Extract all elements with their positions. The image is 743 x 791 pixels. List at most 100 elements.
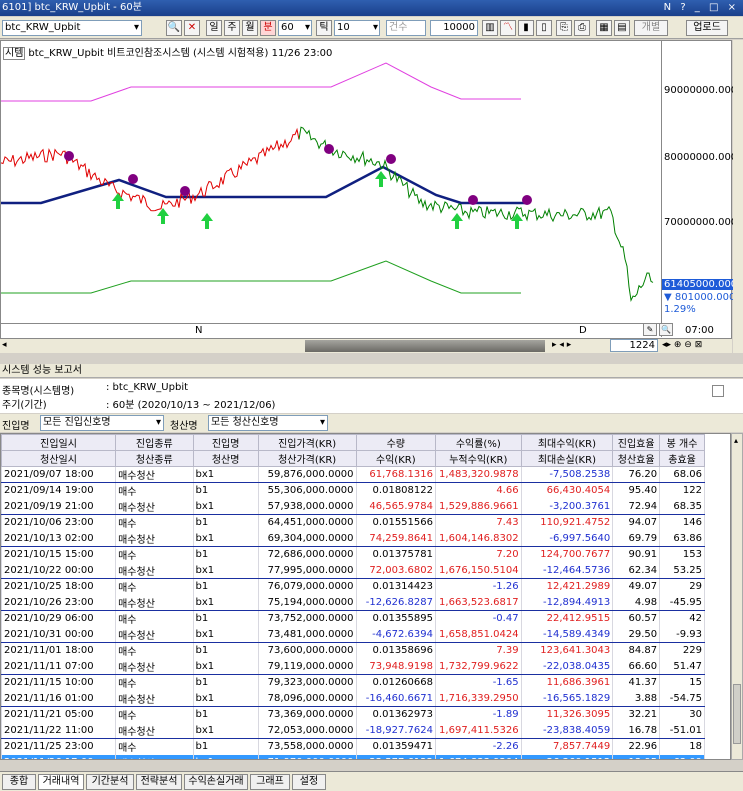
table-row[interactable]: 2021/10/13 02:00 매수청산 bx1 69,304,000.0000 74… bbox=[1, 530, 705, 547]
scroll-left-icon[interactable]: ◂ bbox=[2, 340, 7, 350]
table-cell: 72.94 bbox=[612, 498, 661, 515]
clear-icon[interactable]: ✕ bbox=[184, 20, 200, 36]
candle-icon[interactable]: ▥ bbox=[482, 20, 498, 36]
edit-icon[interactable]: ✎ bbox=[643, 323, 657, 336]
bar-chart-icon[interactable]: ▮ bbox=[518, 20, 534, 36]
zoom-count-field[interactable]: 1224 bbox=[610, 339, 658, 352]
column-header[interactable]: 누적수익(KR) bbox=[435, 450, 522, 467]
column-header[interactable]: 진입일시 bbox=[1, 434, 117, 451]
column-header[interactable]: 수익(KR) bbox=[355, 450, 437, 467]
table-row[interactable]: 2021/11/11 07:00 매수청산 bx1 79,119,000.0000 73… bbox=[1, 658, 705, 675]
period-day-button[interactable]: 일 bbox=[206, 20, 222, 36]
grid-icon[interactable]: ▤ bbox=[614, 20, 630, 36]
column-header[interactable]: 진입효율 bbox=[612, 434, 661, 451]
column-header[interactable]: 진입가격(KR) bbox=[257, 434, 357, 451]
table-cell: 1,732,799.9622 bbox=[435, 658, 522, 675]
trade-table-container[interactable]: 진입일시 진입종류 진입명 진입가격(KR) 수량 수익률(%) 최대수익(KR) 진입효율 봉… bbox=[0, 433, 731, 760]
tab-4[interactable]: 수익손실거래 bbox=[184, 774, 248, 790]
table-row[interactable]: 2021/11/25 23:00 매수 b1 73,558,000.0000 0.013… bbox=[1, 738, 705, 755]
table-cell: 63.86 bbox=[659, 530, 705, 547]
table-cell: 1,674,833.9204 bbox=[435, 754, 522, 759]
table-cell: 2021/09/07 18:00 bbox=[1, 466, 117, 483]
time-label: 07:00 bbox=[685, 325, 714, 336]
table-scrollbar[interactable]: ▴ bbox=[731, 433, 743, 760]
table-row[interactable]: 2021/09/07 18:00 매수청산 bx1 59,876,000.0000 61… bbox=[1, 466, 705, 483]
print-icon[interactable]: ⎙ bbox=[574, 20, 590, 36]
table-row[interactable]: 2021/11/16 01:00 매수청산 bx1 78,096,000.0000 -1… bbox=[1, 690, 705, 707]
column-header[interactable]: 청산효율 bbox=[612, 450, 661, 467]
filter-entry-label: 진입명 bbox=[2, 421, 30, 432]
column-header[interactable]: 수량 bbox=[355, 434, 437, 451]
table-row[interactable]: 2021/11/01 18:00 매수 b1 73,600,000.0000 0.013… bbox=[1, 642, 705, 659]
column-header[interactable]: 봉 개수 bbox=[659, 434, 705, 451]
table-cell: 2021/10/15 15:00 bbox=[1, 546, 117, 563]
table-row[interactable]: 2021/09/14 19:00 매수 b1 55,306,000.0000 0.018… bbox=[1, 482, 705, 499]
tick-select[interactable]: 10 ▾ bbox=[334, 20, 380, 36]
individual-button[interactable]: 개별 bbox=[634, 20, 668, 36]
count-input[interactable]: 10000 bbox=[430, 20, 478, 36]
window-controls[interactable]: N ? _ □ × bbox=[664, 0, 739, 16]
filter-exit-select[interactable]: 모든 청산신호명 ▾ bbox=[208, 415, 328, 431]
tab-3[interactable]: 전략분석 bbox=[136, 774, 182, 790]
interval-select[interactable]: 60 ▾ bbox=[278, 20, 312, 36]
table-row[interactable]: 2021/10/25 18:00 매수 b1 76,079,000.0000 0.013… bbox=[1, 578, 705, 595]
price-chart[interactable]: 시템 btc_KRW_Upbit 비트코인참조시스템 (시스템 시험적용) 11/… bbox=[0, 40, 740, 353]
column-header[interactable]: 최대손실(KR) bbox=[520, 450, 614, 467]
filter-entry-select[interactable]: 모든 진입신호명 ▾ bbox=[40, 415, 164, 431]
table-row[interactable]: 2021/10/29 06:00 매수 b1 73,752,000.0000 0.013… bbox=[1, 610, 705, 627]
table-row[interactable]: 2021/10/26 23:00 매수청산 bx1 75,194,000.0000 -1… bbox=[1, 594, 705, 611]
entry-arrow-icon bbox=[375, 171, 387, 187]
count-select[interactable]: 건수 bbox=[386, 20, 426, 36]
symbol-select[interactable]: btc_KRW_Upbit ▾ bbox=[2, 20, 142, 36]
column-header[interactable]: 수익률(%) bbox=[435, 434, 522, 451]
column-header[interactable]: 진입명 bbox=[192, 434, 259, 451]
layout-icon[interactable]: ▦ bbox=[596, 20, 612, 36]
column-header[interactable]: 총효율 bbox=[659, 450, 705, 467]
tick-button[interactable]: 틱 bbox=[316, 20, 332, 36]
table-cell: 매수청산 bbox=[115, 498, 194, 515]
tab-6[interactable]: 설정 bbox=[292, 774, 326, 790]
copy-icon[interactable]: ⎘ bbox=[556, 20, 572, 36]
table-row[interactable]: 2021/11/22 11:00 매수청산 bx1 72,053,000.0000 -1… bbox=[1, 722, 705, 739]
period-minute-button[interactable]: 분 bbox=[260, 20, 276, 36]
table-row[interactable]: 2021/11/15 10:00 매수 b1 79,323,000.0000 0.012… bbox=[1, 674, 705, 691]
table-row[interactable]: 2021/10/15 15:00 매수 b1 72,686,000.0000 0.013… bbox=[1, 546, 705, 563]
chart-scrollbar[interactable]: ◂ ▸ ◂ ▸ 1224 ◂▸ ⊕ ⊖ ⊠ bbox=[0, 338, 732, 353]
zoom-controls-icon[interactable]: ◂▸ ⊕ ⊖ ⊠ bbox=[662, 340, 702, 350]
tab-0[interactable]: 종합 bbox=[2, 774, 36, 790]
column-header[interactable]: 청산명 bbox=[192, 450, 259, 467]
tab-2[interactable]: 기간분석 bbox=[86, 774, 134, 790]
period-month-button[interactable]: 월 bbox=[242, 20, 258, 36]
scroll-thumb[interactable] bbox=[733, 684, 741, 744]
table-row[interactable]: 2021/10/31 00:00 매수청산 bx1 73,481,000.0000 -4… bbox=[1, 626, 705, 643]
entry-arrow-icon bbox=[157, 208, 169, 224]
column-header[interactable]: 청산가격(KR) bbox=[257, 450, 357, 467]
scroll-up-icon[interactable]: ▴ bbox=[734, 436, 738, 445]
window-restore-icon[interactable] bbox=[712, 385, 724, 397]
table-cell: 229 bbox=[659, 642, 705, 659]
volume-icon[interactable]: ▯ bbox=[536, 20, 552, 36]
table-cell: 68.06 bbox=[659, 466, 705, 483]
upload-button[interactable]: 업로드 bbox=[686, 20, 728, 36]
table-cell: 29.50 bbox=[612, 626, 661, 643]
zoom-icon[interactable]: 🔍 bbox=[659, 323, 673, 336]
table-row[interactable]: 2021/10/22 00:00 매수청산 bx1 77,995,000.0000 72… bbox=[1, 562, 705, 579]
column-header[interactable]: 진입종류 bbox=[115, 434, 194, 451]
column-header[interactable]: 최대수익(KR) bbox=[520, 434, 614, 451]
table-cell: 72,686,000.0000 bbox=[257, 546, 357, 563]
search-icon[interactable]: 🔍 bbox=[166, 20, 182, 36]
line-chart-icon[interactable]: 〽 bbox=[500, 20, 516, 36]
column-header[interactable]: 청산일시 bbox=[1, 450, 117, 467]
scroll-first-icon[interactable]: ▸ ◂ ▸ bbox=[552, 340, 571, 350]
table-row[interactable]: 2021/10/06 23:00 매수 b1 64,451,000.0000 0.015… bbox=[1, 514, 705, 531]
period-week-button[interactable]: 주 bbox=[224, 20, 240, 36]
drawing-tools-bar[interactable] bbox=[733, 40, 743, 353]
table-row[interactable]: 2021/09/19 21:00 매수청산 bx1 57,938,000.0000 46… bbox=[1, 498, 705, 515]
tab-1[interactable]: 거래내역 bbox=[38, 774, 84, 790]
table-row[interactable]: 2021/11/26 17:00매수청산bx171,970,000.0000-2… bbox=[1, 754, 705, 759]
scroll-volume-thumb[interactable] bbox=[305, 340, 545, 352]
column-header[interactable]: 청산종류 bbox=[115, 450, 194, 467]
table-cell: 1,658,851.0424 bbox=[435, 626, 522, 643]
table-row[interactable]: 2021/11/21 05:00 매수 b1 73,369,000.0000 0.013… bbox=[1, 706, 705, 723]
tab-5[interactable]: 그래프 bbox=[250, 774, 290, 790]
